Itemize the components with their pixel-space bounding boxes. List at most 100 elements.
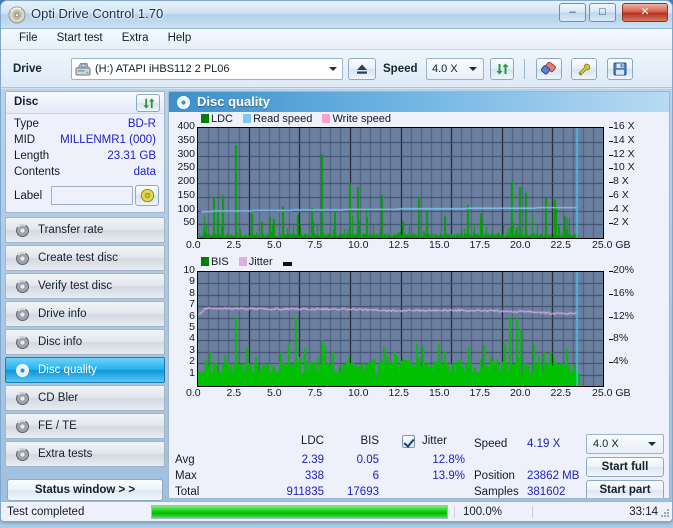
y-tick-label: 50 xyxy=(183,216,195,229)
drive-select[interactable]: (H:) ATAPI iHBS112 2 PL06 xyxy=(71,58,343,80)
y-tick-mark xyxy=(609,362,613,364)
y-tick-label: 100 xyxy=(177,202,195,215)
disc-row-label: Label xyxy=(6,184,164,210)
legend-write-speed: Write speed xyxy=(322,113,391,125)
sidebar-item-transfer-rate[interactable]: Transfer rate xyxy=(5,217,165,243)
ldc-plot-area[interactable] xyxy=(197,127,604,239)
menu-extra[interactable]: Extra xyxy=(114,29,157,46)
y-tick-label-right: 2 X xyxy=(613,216,629,229)
x-tick-label: 12.5 xyxy=(388,239,409,251)
y-tick-mark xyxy=(609,140,613,142)
disc-val-length: 23.31 GB xyxy=(107,150,156,162)
y-tick-label-right: 20% xyxy=(613,264,635,276)
sidebar-item-disc-info[interactable]: Disc info xyxy=(5,329,165,355)
progress-percent: 100.0% xyxy=(454,505,532,518)
disc-burn-button[interactable] xyxy=(135,185,159,206)
label-input[interactable] xyxy=(51,186,133,205)
sidebar-item-cd-bler[interactable]: CD Bler xyxy=(5,385,165,411)
x-tick-label: 10.0 xyxy=(348,239,369,251)
test-speed-select[interactable]: 4.0 X xyxy=(586,434,664,454)
stats-jitter-avg: 12.8% xyxy=(432,454,465,466)
sidebar-item-fe-te[interactable]: FE / TE xyxy=(5,413,165,439)
menu-file[interactable]: File xyxy=(11,29,46,46)
sidebar-item-disc-quality[interactable]: Disc quality xyxy=(5,357,165,383)
disc-val-mid: MILLENMR1 (000) xyxy=(60,134,156,146)
disc-val-contents: data xyxy=(133,166,156,178)
y-tick-label-right: 16% xyxy=(613,286,635,299)
x-tick-label: 5.0 xyxy=(267,387,282,399)
disc-icon xyxy=(16,223,29,237)
legend-swatch-read-speed xyxy=(243,114,252,123)
nav-list: Transfer rate Create test disc Verify te… xyxy=(5,217,165,467)
start-part-button[interactable]: Start part xyxy=(586,480,664,498)
jitter-label: Jitter xyxy=(422,435,447,447)
sidebar-item-extra-tests[interactable]: Extra tests xyxy=(5,441,165,467)
legend-swatch-bis xyxy=(201,257,209,266)
minimize-button[interactable]: – xyxy=(559,3,586,22)
x-tick-label: 25.0 GB xyxy=(592,239,631,251)
legend-label: BIS xyxy=(211,256,229,268)
sidebar-item-verify-test-disc[interactable]: Verify test disc xyxy=(5,273,165,299)
x-tick-label: 20.0 xyxy=(510,387,531,399)
jitter-checkbox[interactable] xyxy=(402,435,415,448)
ldc-yaxis-left: 50 100 150 200 250 300 350 400 xyxy=(169,120,197,237)
legend-swatch-write-speed xyxy=(322,114,331,123)
x-tick-label: 10.0 xyxy=(348,387,369,399)
y-tick-label: 4 xyxy=(189,332,195,345)
chevron-down-icon xyxy=(329,67,337,71)
speed-label: Speed xyxy=(383,63,418,75)
elapsed-time: 33:14 xyxy=(532,505,672,518)
status-bar: Test completed 100.0% 33:14 xyxy=(1,501,672,521)
status-text: Test completed xyxy=(7,505,85,518)
y-tick-label-right: 14 X xyxy=(613,133,635,146)
ldc-xaxis: 0.0 2.5 5.0 7.5 10.0 12.5 15.0 17.5 20.0 22.5 25.0… xyxy=(169,239,669,253)
bis-chart-block: BIS Jitter 1 2 3 4 5 6 7 8 9 10 4% 8% 12% 16% 20% xyxy=(169,256,669,400)
menu-bar: File Start test Extra Help xyxy=(1,29,672,50)
refresh-speed-button[interactable] xyxy=(490,58,514,80)
save-button[interactable] xyxy=(607,58,633,80)
disc-refresh-button[interactable] xyxy=(136,94,160,112)
close-button[interactable]: ✕ xyxy=(622,3,668,22)
y-tick-mark xyxy=(609,127,613,128)
sidebar-item-drive-info[interactable]: Drive info xyxy=(5,301,165,327)
erase-button[interactable] xyxy=(536,58,562,80)
y-tick-label: 350 xyxy=(177,133,195,146)
sidebar-item-create-test-disc[interactable]: Create test disc xyxy=(5,245,165,271)
disc-icon xyxy=(16,447,29,461)
y-tick-label: 7 xyxy=(189,298,195,311)
result-samples-label: Samples xyxy=(474,486,519,498)
y-tick-label: 300 xyxy=(177,147,195,160)
legend-label: Write speed xyxy=(332,113,391,125)
progress-bar-fill xyxy=(152,505,447,518)
eject-button[interactable] xyxy=(348,58,376,80)
bis-plot-wrap: 1 2 3 4 5 6 7 8 9 10 4% 8% 12% 16% 20% 0.0 2.5 5.0 7.5 10… xyxy=(169,264,669,399)
stats-bis-total: 17693 xyxy=(347,486,379,498)
stats-ldc-total: 911835 xyxy=(286,486,324,498)
y-tick-mark xyxy=(609,154,613,156)
disc-box-title: Disc xyxy=(14,96,39,108)
tools-button[interactable] xyxy=(571,58,597,80)
y-tick-mark xyxy=(609,316,613,318)
y-tick-label-right: 12 X xyxy=(613,147,635,160)
x-tick-label: 17.5 xyxy=(469,387,490,399)
legend-label: Read speed xyxy=(253,113,313,125)
menu-help[interactable]: Help xyxy=(160,29,200,46)
maximize-button[interactable]: □ xyxy=(589,3,616,22)
bis-plot-area[interactable] xyxy=(197,271,604,387)
chevron-down-icon xyxy=(648,442,656,446)
legend-swatch-cursor xyxy=(282,262,292,266)
disc-row-mid: MID MILLENMR1 (000) xyxy=(6,134,164,150)
label-key: Label xyxy=(14,190,43,202)
sidebar-label: FE / TE xyxy=(38,420,77,432)
resize-grip-icon xyxy=(661,509,669,517)
x-tick-label: 12.5 xyxy=(388,387,409,399)
stats-row-label-avg: Avg xyxy=(175,454,195,466)
speed-select[interactable]: 4.0 X xyxy=(426,58,484,80)
sidebar-label: Disc quality xyxy=(38,364,97,376)
start-full-button[interactable]: Start full xyxy=(586,457,664,477)
x-tick-label: 15.0 xyxy=(429,239,450,251)
status-window-button[interactable]: Status window > > xyxy=(7,479,163,501)
stats-ldc-max: 338 xyxy=(304,470,324,482)
menu-start-test[interactable]: Start test xyxy=(49,29,111,46)
stats-header-ldc: LDC xyxy=(300,435,324,447)
